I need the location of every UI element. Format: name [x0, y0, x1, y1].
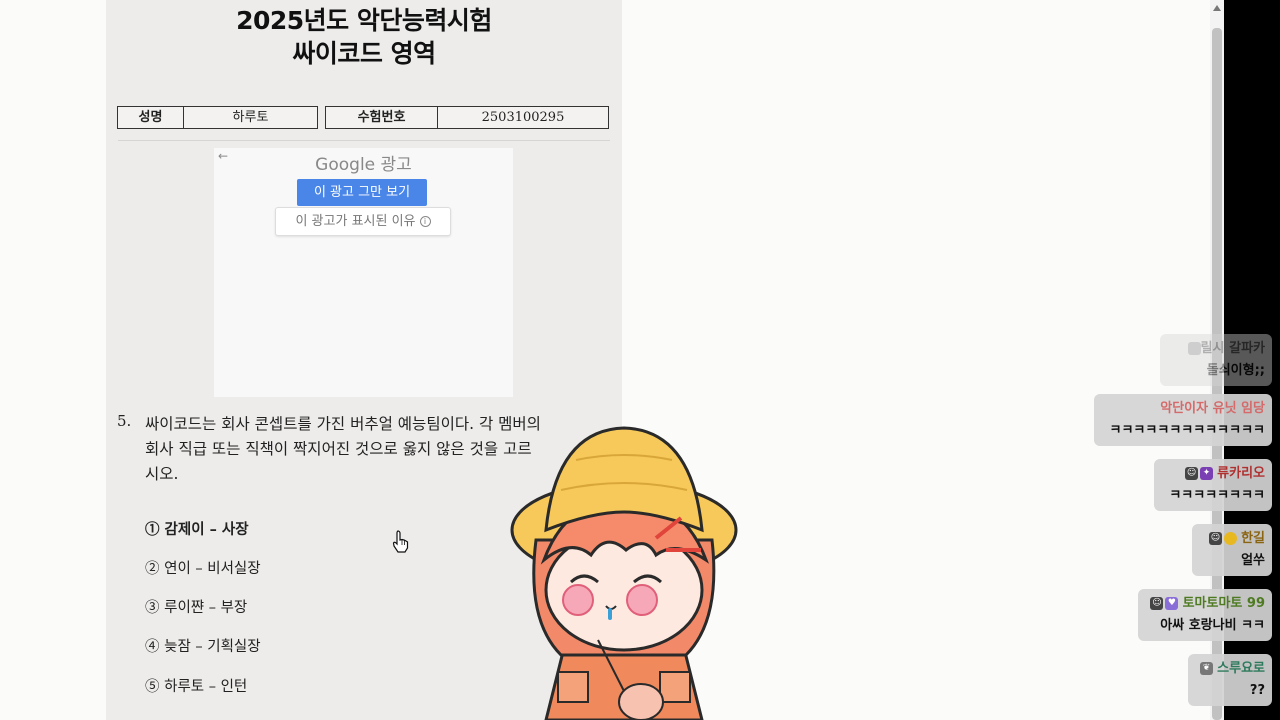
chat-text: 돌쇠이형;; — [1206, 363, 1265, 378]
emoji-badge-icon: ☺ — [1150, 597, 1164, 610]
chat-username: 류카리오 — [1217, 466, 1265, 481]
chat-message: 악단이자 유닛 임당 ㅋㅋㅋㅋㅋㅋㅋㅋㅋㅋㅋㅋㅋ — [1094, 394, 1272, 446]
chat-username: 악단이자 유닛 임당 — [1160, 401, 1265, 416]
exam-title-line2: 싸이코드 영역 — [292, 39, 436, 68]
google-ad: ← Google 광고 이 광고 그만 보기 이 광고가 표시된 이유 i — [214, 148, 513, 397]
choice-3[interactable]: ③ 루이쨘 – 부장 — [145, 596, 247, 617]
stop-ad-button[interactable]: 이 광고 그만 보기 — [297, 179, 427, 206]
hand-cursor-icon — [392, 530, 409, 553]
exam-title: 2025년도 악단능력시험 싸이코드 영역 — [106, 4, 622, 70]
scroll-up-arrow-icon[interactable] — [1213, 5, 1221, 11]
chat-username: 한길 — [1241, 531, 1265, 546]
divider — [118, 140, 610, 141]
ad-brand-label: Google 광고 — [315, 155, 412, 175]
exam-id-value: 2503100295 — [481, 110, 565, 125]
gold-badge-icon — [1223, 532, 1237, 545]
chat-text: 얼쑤 — [1241, 553, 1265, 568]
chat-message: 릴시 갈파카 돌쇠이형;; — [1160, 334, 1272, 386]
why-this-ad-label: 이 광고가 표시된 이유 — [295, 214, 416, 229]
chat-text: ㅋㅋㅋㅋㅋㅋㅋㅋ — [1169, 488, 1265, 503]
chat-username: 토마토마토 99 — [1182, 596, 1265, 611]
exam-title-line1: 2025년도 악단능력시험 — [236, 6, 492, 35]
leaf-badge-icon: ❦ — [1200, 662, 1214, 675]
chat-text: 아싸 호랑나비 ㅋㅋ — [1160, 618, 1265, 633]
why-this-ad-button[interactable]: 이 광고가 표시된 이유 i — [275, 207, 451, 236]
heart-badge-icon: ♥ — [1165, 597, 1179, 610]
chat-message: ☺ ✦ 류카리오 ㅋㅋㅋㅋㅋㅋㅋㅋ — [1154, 459, 1272, 511]
chat-message: ☺ ♥ 토마토마토 99 아싸 호랑나비 ㅋㅋ — [1138, 589, 1272, 641]
chat-username: 릴시 갈파카 — [1200, 341, 1265, 356]
emoji-badge-icon: ☺ — [1208, 532, 1222, 545]
emoji-badge-icon: ☺ — [1185, 467, 1199, 480]
streamer-avatar — [510, 426, 738, 720]
choice-2[interactable]: ② 연이 – 비서실장 — [145, 557, 261, 578]
question-number: 5. — [117, 412, 132, 430]
name-label: 성명 — [118, 107, 184, 128]
choice-4[interactable]: ④ 늦잠 – 기획실장 — [145, 635, 261, 656]
user-badge-icon — [1187, 342, 1201, 355]
exam-id-label: 수험번호 — [326, 107, 438, 128]
chat-message: ☺ 한길 얼쑤 — [1192, 524, 1272, 576]
subscriber-badge-icon: ✦ — [1200, 467, 1214, 480]
chat-text: ㅋㅋㅋㅋㅋㅋㅋㅋㅋㅋㅋㅋㅋ — [1109, 423, 1265, 438]
chat-username: 스루요로 — [1217, 661, 1265, 676]
choice-1[interactable]: ① 감제이 – 사장 — [145, 518, 249, 539]
info-icon: i — [419, 216, 431, 227]
chat-message: ❦ 스루요로 ?? — [1188, 654, 1272, 706]
chat-text: ?? — [1249, 683, 1265, 698]
exam-id-box: 수험번호 2503100295 — [325, 106, 609, 129]
choice-5[interactable]: ⑤ 하루토 – 인턴 — [145, 675, 247, 696]
name-box: 성명 하루토 — [117, 106, 318, 129]
name-value: 하루토 — [232, 110, 269, 125]
